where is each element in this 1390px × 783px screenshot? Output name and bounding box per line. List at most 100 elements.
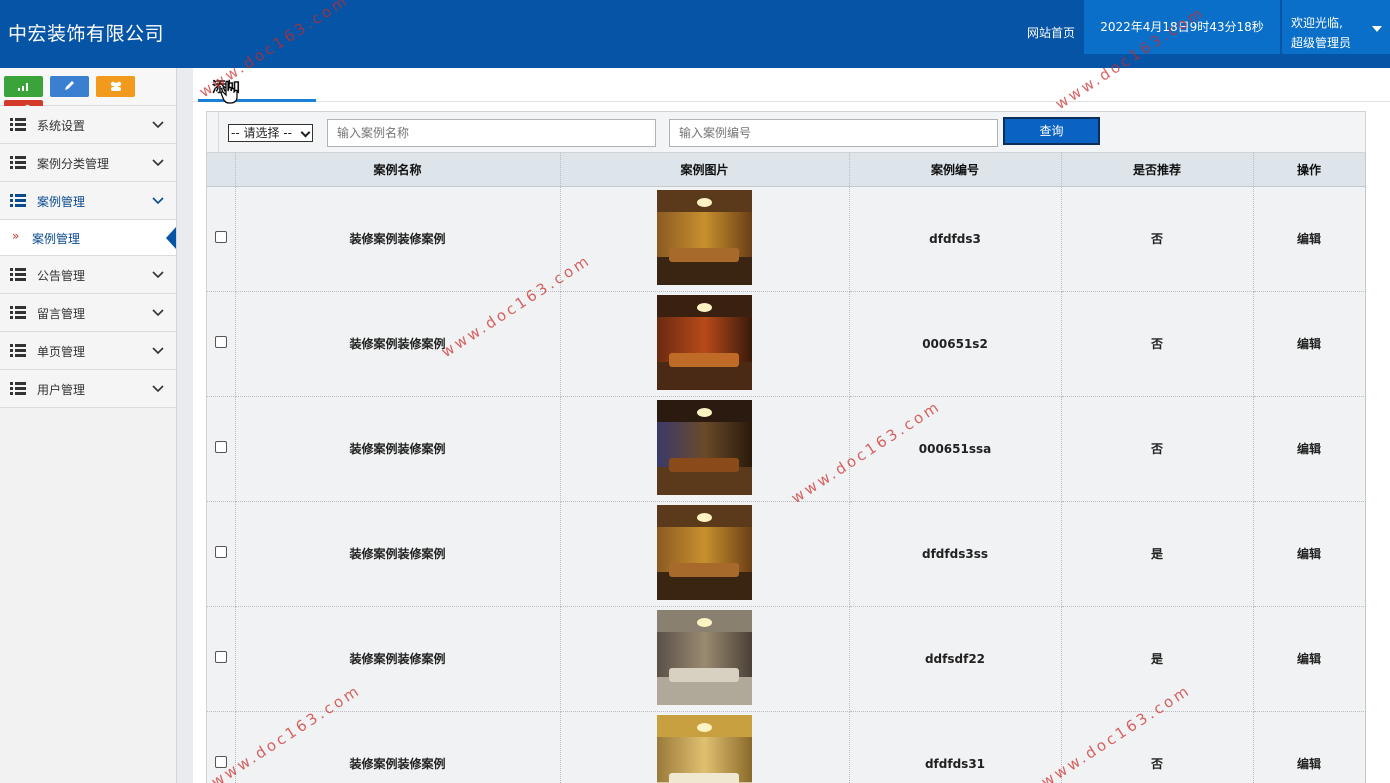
case-name-cell: 装修案例装修案例 (235, 396, 561, 502)
row-checkbox[interactable] (214, 336, 227, 348)
category-select[interactable]: -- 请选择 -- (228, 124, 313, 142)
list-icon (10, 382, 26, 395)
list-icon (10, 306, 26, 319)
chart-button[interactable] (4, 76, 43, 97)
action-cell: 编辑 (1253, 291, 1366, 397)
table-row: 装修案例装修案例 ddfsdf22 是 编辑 (207, 606, 1366, 712)
header-recommend: 是否推荐 (1061, 153, 1254, 187)
case-thumbnail (657, 399, 752, 495)
double-chevron-icon: » (12, 229, 20, 243)
case-name-cell: 装修案例装修案例 (235, 291, 561, 397)
list-icon (10, 344, 26, 357)
case-code-input[interactable] (669, 119, 998, 147)
row-checkbox[interactable] (214, 756, 227, 768)
caret-down-icon (1372, 26, 1382, 32)
category-select-value: -- 请选择 -- (231, 126, 292, 140)
main-content: 添加 -- 请选择 -- 查询 案例名称 案例图片 案例编号 (193, 68, 1390, 783)
case-name-cell: 装修案例装修案例 (235, 501, 561, 607)
sidebar-item-label: 单页管理 (37, 345, 86, 359)
edit-link[interactable]: 编辑 (1297, 442, 1321, 456)
sidebar-item-label: 公告管理 (37, 269, 86, 283)
edit-link[interactable]: 编辑 (1297, 652, 1321, 666)
row-select-cell (207, 396, 236, 502)
row-checkbox[interactable] (214, 651, 227, 663)
recommend-cell: 否 (1061, 186, 1254, 292)
sidebar-item-label: 案例管理 (37, 195, 86, 209)
edit-link[interactable]: 编辑 (1297, 232, 1321, 246)
query-button[interactable]: 查询 (1003, 117, 1100, 145)
table-header-row: 案例名称 案例图片 案例编号 是否推荐 操作 (207, 153, 1366, 187)
brand-title: 中宏装饰有限公司 (8, 23, 165, 45)
chevron-down-icon (152, 197, 164, 205)
pencil-icon (64, 81, 74, 90)
header-case-code: 案例编号 (849, 153, 1062, 187)
case-code-cell: 000651s2 (849, 291, 1062, 397)
chart-icon (18, 83, 28, 91)
table-row: 装修案例装修案例 dfdfds3 否 编辑 (207, 186, 1366, 292)
edit-link[interactable]: 编辑 (1297, 337, 1321, 351)
row-checkbox[interactable] (214, 231, 227, 243)
sidebar-item-system-settings[interactable]: 系统设置 (0, 106, 176, 144)
case-thumbnail (657, 609, 752, 705)
site-home-link[interactable]: 网站首页 (1027, 24, 1075, 41)
case-table: 案例名称 案例图片 案例编号 是否推荐 操作 装修案例装修案例 dfdfds3 … (207, 153, 1366, 783)
current-datetime: 2022年4月18日9时43分18秒 (1084, 0, 1280, 54)
submenu-label: 案例管理 (32, 232, 81, 246)
case-thumbnail (657, 504, 752, 600)
action-cell: 编辑 (1253, 186, 1366, 292)
case-name-input[interactable] (327, 119, 656, 147)
header-select (207, 153, 236, 187)
list-icon (10, 268, 26, 281)
sidebar-item-messages[interactable]: 留言管理 (0, 294, 176, 332)
case-code-cell: ddfsdf22 (849, 606, 1062, 712)
edit-button[interactable] (49, 76, 89, 97)
edit-link[interactable]: 编辑 (1297, 547, 1321, 561)
edit-link[interactable]: 编辑 (1297, 757, 1321, 771)
case-image-cell (560, 291, 850, 397)
table-row: 装修案例装修案例 dfdfds31 否 编辑 (207, 711, 1366, 783)
sidebar-item-case-category[interactable]: 案例分类管理 (0, 144, 176, 182)
sidebar-item-users[interactable]: 用户管理 (0, 370, 176, 408)
chevron-down-icon (152, 309, 164, 317)
case-thumbnail (657, 714, 752, 783)
row-checkbox[interactable] (214, 441, 227, 453)
chevron-down-icon (152, 271, 164, 279)
action-cell: 编辑 (1253, 711, 1366, 783)
user-role: 超级管理员 (1291, 36, 1352, 50)
chevron-down-icon (152, 159, 164, 167)
sidebar-item-label: 用户管理 (37, 383, 86, 397)
recommend-cell: 是 (1061, 606, 1254, 712)
tab-bar: 添加 (193, 68, 1390, 102)
divider (218, 112, 219, 153)
case-image-cell (560, 396, 850, 502)
active-pointer-icon (166, 227, 176, 249)
case-list-panel: -- 请选择 -- 查询 案例名称 案例图片 案例编号 是否推荐 操作 (206, 111, 1366, 783)
list-icon (10, 194, 26, 207)
case-thumbnail (657, 294, 752, 390)
sidebar-item-announcements[interactable]: 公告管理 (0, 256, 176, 294)
header-case-name: 案例名称 (235, 153, 561, 187)
sidebar-item-label: 系统设置 (37, 119, 86, 133)
row-checkbox[interactable] (214, 546, 227, 558)
chevron-down-icon (152, 385, 164, 393)
case-name-cell: 装修案例装修案例 (235, 186, 561, 292)
search-bar: -- 请选择 -- 查询 (207, 112, 1365, 153)
action-cell: 编辑 (1253, 396, 1366, 502)
top-header: 中宏装饰有限公司 网站首页 2022年4月18日9时43分18秒 欢迎光临, 超… (0, 0, 1390, 68)
sidebar: 系统设置 案例分类管理 案例管理 » 案例管理 公告管理 留言管理 单页管理 用… (0, 68, 177, 783)
case-image-cell (560, 186, 850, 292)
quick-buttons (0, 68, 176, 121)
sidebar-item-label: 案例分类管理 (37, 157, 110, 171)
action-cell: 编辑 (1253, 606, 1366, 712)
user-menu[interactable]: 欢迎光临, 超级管理员 (1282, 0, 1390, 54)
users-button[interactable] (95, 76, 135, 97)
chevron-down-icon (300, 127, 311, 138)
sidebar-item-case-management[interactable]: 案例管理 (0, 182, 176, 220)
row-select-cell (207, 606, 236, 712)
users-icon (110, 81, 121, 91)
sidebar-item-single-pages[interactable]: 单页管理 (0, 332, 176, 370)
action-cell: 编辑 (1253, 501, 1366, 607)
submenu-case-management[interactable]: » 案例管理 (0, 220, 176, 256)
recommend-cell: 否 (1061, 396, 1254, 502)
tab-add[interactable]: 添加 (198, 68, 316, 102)
